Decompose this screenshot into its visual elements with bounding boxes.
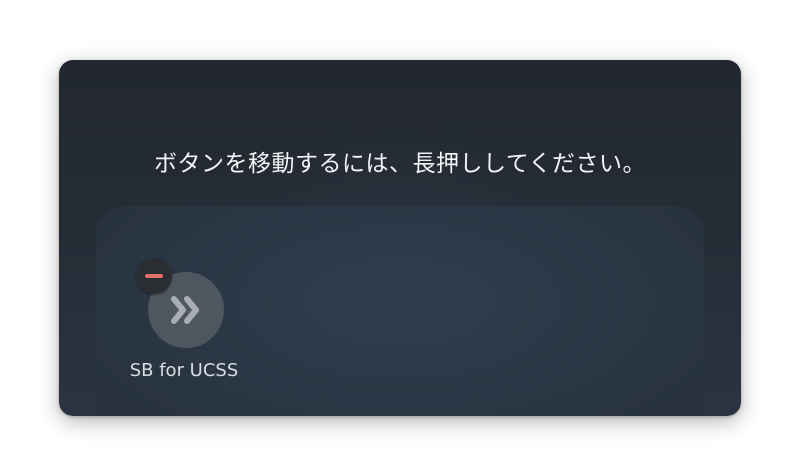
minus-bar [145, 274, 163, 278]
instruction-text: ボタンを移動するには、長押ししてください。 [153, 151, 647, 177]
app-grid: SB for UCSS [96, 206, 704, 416]
app-tile-sb-for-ucss[interactable]: SB for UCSS [124, 258, 244, 384]
double-chevron-right-icon [171, 296, 199, 324]
app-label: SB for UCSS [129, 360, 239, 381]
remove-icon[interactable] [136, 258, 172, 294]
screen: ボタンを移動するには、長押ししてください。 SB for UCSS [0, 0, 800, 476]
edit-buttons-panel: ボタンを移動するには、長押ししてください。 SB for UCSS [59, 60, 741, 416]
